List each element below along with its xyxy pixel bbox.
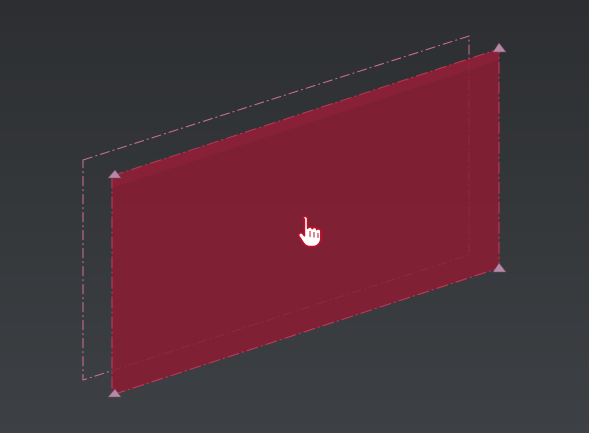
3d-viewport[interactable] — [0, 0, 589, 433]
scene-canvas[interactable] — [0, 0, 589, 433]
vertex-handle-top-right[interactable] — [492, 42, 507, 53]
hand-pointer-icon — [296, 214, 324, 250]
